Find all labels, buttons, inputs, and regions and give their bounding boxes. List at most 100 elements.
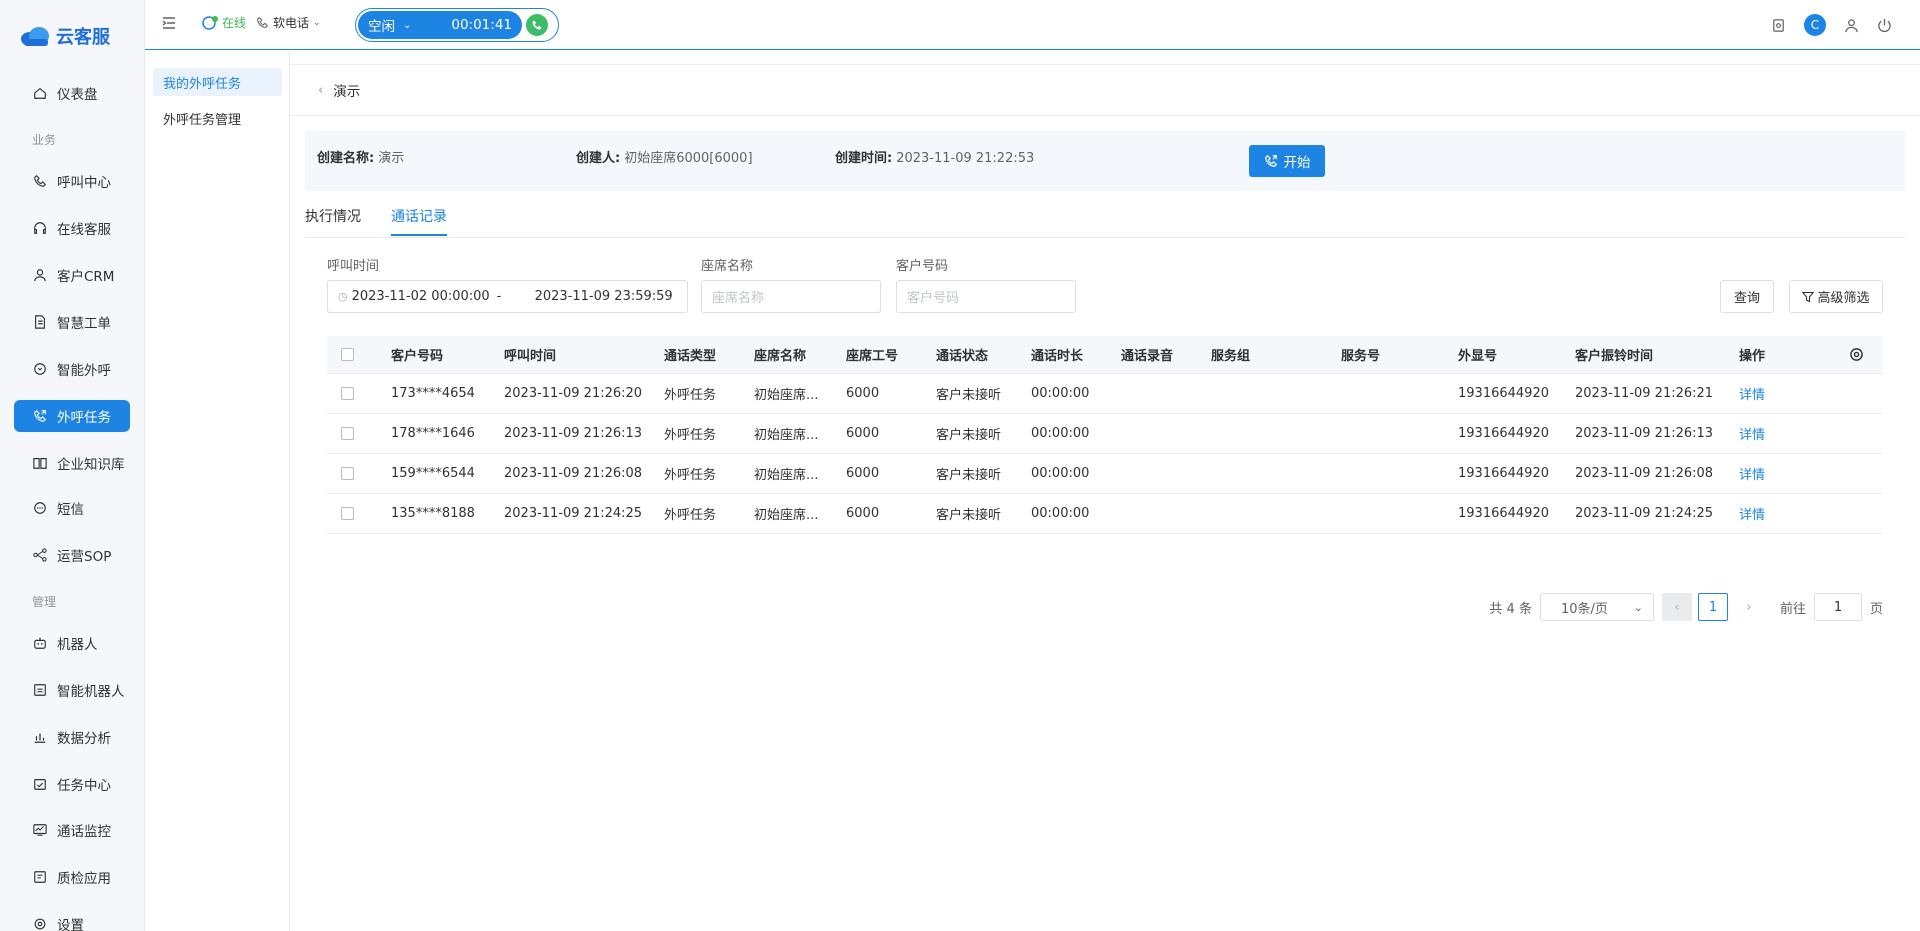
sidebar-item-bar-chart[interactable]: 数据分析 — [14, 721, 130, 753]
advanced-filter-button[interactable]: 高级筛选 — [1789, 280, 1883, 313]
avatar[interactable]: C — [1804, 14, 1826, 36]
details-link[interactable]: 详情 — [1739, 494, 1765, 533]
sidebar-item-user[interactable]: 客户CRM — [14, 259, 130, 291]
submenu-outbound-task-management[interactable]: 外呼任务管理 — [153, 104, 282, 132]
outbound-call-icon — [32, 408, 48, 424]
power-icon[interactable] — [1877, 18, 1892, 33]
cell-call-time: 2023-11-09 21:26:20 — [504, 386, 643, 401]
sidebar-item-smart-robot[interactable]: 智能机器人 — [14, 674, 130, 706]
menu-collapse-icon[interactable] — [161, 15, 177, 31]
row-checkbox[interactable] — [341, 507, 354, 520]
agent-name-label: 座席名称 — [701, 259, 754, 274]
select-all-checkbox[interactable] — [341, 348, 354, 361]
customer-number-input[interactable]: 客户号码 — [896, 280, 1076, 313]
sidebar-item-robot[interactable]: 机器人 — [14, 627, 130, 659]
prev-page-button[interactable]: ‹ — [1661, 593, 1692, 621]
user-profile-icon[interactable] — [1844, 18, 1859, 33]
cell-display-number: 19316644920 — [1458, 386, 1549, 401]
cell-ring-time: 2023-11-09 21:26:21 — [1575, 386, 1714, 401]
task-name-field: 创建名称: 演示 — [317, 147, 404, 166]
tab-execution-status[interactable]: 执行情况 — [305, 206, 361, 234]
cell-call-type: 外呼任务 — [664, 508, 717, 523]
sidebar-item-gear[interactable]: 设置 — [14, 908, 130, 931]
cell-agent-id: 6000 — [846, 426, 880, 441]
details-link[interactable]: 详情 — [1739, 414, 1765, 453]
row-checkbox-cell — [341, 374, 354, 413]
created-time-label: 创建时间: — [835, 151, 893, 166]
answer-call-button[interactable] — [526, 14, 548, 36]
monitor-icon — [32, 822, 48, 838]
advanced-filter-label: 高级筛选 — [1817, 291, 1870, 306]
sidebar-item-label: 在线客服 — [57, 222, 111, 238]
chevron-left-icon[interactable]: ‹ — [318, 83, 323, 98]
col-service-number: 服务号 — [1341, 349, 1381, 364]
call-time-range-picker[interactable]: ◷ 2023-11-02 00:00:00 - 2023-11-09 23:59… — [327, 280, 688, 313]
sidebar-item-flow[interactable]: 运营SOP — [14, 539, 130, 571]
cell-call-time: 2023-11-09 21:26:13 — [504, 426, 643, 441]
table-header: 客户号码 呼叫时间 通话类型 座席名称 座席工号 通话状态 通话时长 通话录音 … — [327, 336, 1883, 374]
call-state-dropdown[interactable]: 空闲 ⌄ — [368, 15, 411, 35]
filter-icon — [1802, 291, 1815, 302]
cell-call-duration: 00:00:00 — [1031, 426, 1090, 441]
page-suffix: 页 — [1869, 601, 1883, 617]
sidebar-item-sms[interactable]: 短信 — [14, 492, 130, 524]
date-start[interactable]: 2023-11-02 00:00:00 — [352, 289, 497, 304]
sidebar-item-label: 客户CRM — [57, 269, 115, 285]
task-name-label: 创建名称: — [317, 151, 375, 166]
query-button[interactable]: 查询 — [1720, 280, 1774, 313]
cloud-logo-icon — [21, 27, 49, 46]
table-row: 159****6544 2023-11-09 21:26:08 外呼任务 初始座席..… — [327, 454, 1883, 494]
details-link[interactable]: 详情 — [1739, 454, 1765, 493]
cell-agent-name: 初始座席... — [754, 388, 819, 403]
softphone-selector[interactable]: 软电话 ⌄ — [256, 14, 321, 31]
outbound-call-icon — [1264, 154, 1277, 167]
agent-name-input[interactable]: 座席名称 — [701, 280, 881, 313]
sidebar-item-monitor[interactable]: 通话监控 — [14, 814, 130, 846]
sidebar-item-task[interactable]: 任务中心 — [14, 768, 130, 800]
start-button[interactable]: 开始 — [1249, 145, 1325, 177]
page-size-select[interactable]: 10条/页 ⌄ — [1539, 593, 1654, 621]
goto-page-input[interactable]: 1 — [1813, 593, 1862, 621]
page-title: 演示 — [333, 84, 361, 100]
col-call-time: 呼叫时间 — [504, 349, 557, 364]
sidebar-item-quality[interactable]: 质检应用 — [14, 861, 130, 893]
document-search-icon[interactable] — [1771, 18, 1786, 33]
row-checkbox[interactable] — [341, 467, 354, 480]
cell-agent-name: 初始座席... — [754, 468, 819, 483]
next-page-button[interactable]: › — [1734, 593, 1764, 621]
call-records-table: 客户号码 呼叫时间 通话类型 座席名称 座席工号 通话状态 通话时长 通话录音 … — [327, 336, 1883, 534]
date-end[interactable]: 2023-11-09 23:59:59 — [535, 289, 673, 304]
page-number-current[interactable]: 1 — [1697, 593, 1728, 621]
sidebar-item-chat[interactable]: 智能外呼 — [14, 353, 130, 385]
agent-status[interactable]: 在线 — [201, 14, 246, 31]
sidebar-item-home[interactable]: 仪表盘 — [14, 77, 130, 109]
cell-call-status: 客户未接听 — [936, 428, 1002, 443]
brand-logo[interactable]: 云客服 — [20, 22, 110, 50]
cell-ring-time: 2023-11-09 21:26:13 — [1575, 426, 1714, 441]
sidebar-item-document[interactable]: 智慧工单 — [14, 306, 130, 338]
back-bar[interactable]: ‹ 演示 — [290, 64, 1920, 116]
row-checkbox-cell — [341, 414, 354, 453]
cell-call-duration: 00:00:00 — [1031, 466, 1090, 481]
creator-field: 创建人: 初始座席6000[6000] — [576, 147, 753, 166]
submenu-my-outbound-tasks[interactable]: 我的外呼任务 — [153, 68, 282, 96]
details-link[interactable]: 详情 — [1739, 374, 1765, 413]
phone-icon — [32, 173, 48, 189]
sidebar-item-outbound-call[interactable]: 外呼任务 — [14, 400, 130, 432]
sidebar-item-phone[interactable]: 呼叫中心 — [14, 165, 130, 197]
column-settings-icon[interactable] — [1849, 336, 1864, 373]
sidebar-item-label: 数据分析 — [57, 731, 111, 747]
call-state-label: 空闲 — [368, 19, 395, 35]
row-checkbox[interactable] — [341, 387, 354, 400]
sidebar-item-headset[interactable]: 在线客服 — [14, 212, 130, 244]
row-checkbox[interactable] — [341, 427, 354, 440]
nav-group-label: 业务 — [32, 133, 57, 147]
sidebar-item-book[interactable]: 企业知识库 — [14, 447, 130, 479]
created-time-value: 2023-11-09 21:22:53 — [896, 151, 1035, 166]
sidebar-item-label: 设置 — [57, 918, 84, 931]
call-status-pill[interactable]: 空闲 ⌄ 00:01:41 — [355, 8, 559, 42]
cell-call-type: 外呼任务 — [664, 428, 717, 443]
tab-call-records[interactable]: 通话记录 — [391, 206, 447, 236]
col-service-group: 服务组 — [1211, 349, 1251, 364]
sidebar-item-label: 企业知识库 — [57, 457, 125, 473]
